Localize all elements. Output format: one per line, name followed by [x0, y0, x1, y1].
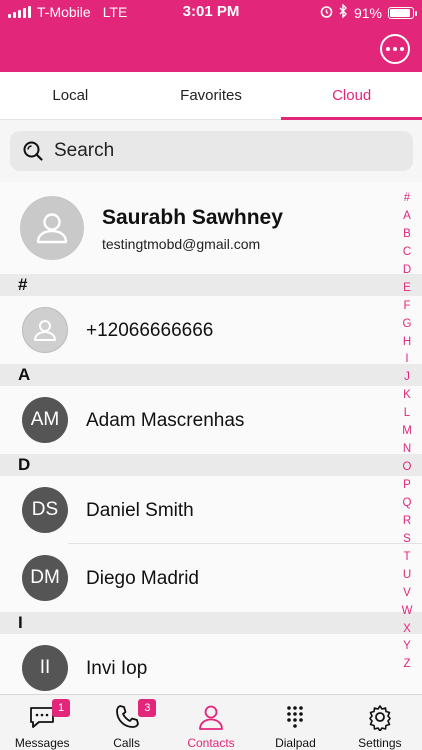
battery-icon [388, 6, 417, 19]
contact-name: Adam Mascrenhas [86, 410, 245, 431]
contact-name: Invi Iop [86, 658, 148, 679]
index-letter[interactable]: R [403, 513, 411, 531]
index-letter[interactable]: Y [403, 638, 411, 656]
contact-row[interactable]: AM Adam Mascrenhas [0, 386, 422, 454]
tab-local[interactable]: Local [0, 72, 141, 119]
index-letter[interactable]: O [403, 459, 412, 477]
tab-cloud[interactable]: Cloud [281, 72, 422, 120]
index-letter[interactable]: N [403, 441, 411, 459]
section-header: I [0, 612, 422, 634]
alphabet-index[interactable]: # A B C D E F G H I J K L M N O P Q R S T U V W X Y Z [400, 190, 414, 674]
nav-dialpad[interactable]: Dialpad [253, 695, 337, 750]
status-bar: T-Mobile LTE 3:01 PM 91% [0, 0, 422, 24]
search-bar[interactable] [10, 131, 413, 171]
index-letter[interactable]: K [403, 387, 411, 405]
unread-badge: 1 [52, 699, 70, 717]
search-icon [22, 140, 44, 162]
index-letter[interactable]: J [404, 369, 410, 387]
avatar: DS [22, 487, 68, 533]
index-letter[interactable]: X [403, 621, 411, 639]
my-email: testingtmobd@gmail.com [102, 236, 261, 252]
index-letter[interactable]: P [403, 477, 411, 495]
dialpad-icon [281, 703, 309, 731]
missed-calls-badge: 3 [138, 699, 157, 717]
contact-row[interactable]: DS Daniel Smith [0, 476, 422, 544]
person-icon [36, 213, 68, 244]
index-letter[interactable]: S [403, 531, 411, 549]
index-letter[interactable]: M [402, 423, 412, 441]
contact-row[interactable]: +12066666666 [0, 296, 422, 364]
nav-label: Contacts [187, 736, 235, 750]
section-header: # [0, 274, 422, 296]
my-name: Saurabh Sawhney [102, 206, 283, 229]
contact-name: Daniel Smith [86, 500, 194, 521]
contact-row[interactable]: II Invi Iop [0, 634, 422, 694]
index-letter[interactable]: Q [403, 495, 412, 513]
person-icon [34, 320, 56, 341]
nav-settings[interactable]: Settings [338, 695, 422, 750]
index-letter[interactable]: U [403, 567, 411, 585]
bluetooth-icon [339, 3, 348, 21]
nav-label: Calls [113, 736, 140, 750]
avatar [22, 307, 68, 353]
avatar [20, 196, 84, 260]
avatar: II [22, 645, 68, 691]
more-horizontal-icon [386, 47, 390, 51]
nav-label: Settings [358, 736, 402, 750]
search-bar-container [0, 120, 422, 182]
contact-row[interactable]: DM Diego Madrid [0, 544, 422, 612]
index-letter[interactable]: L [404, 405, 410, 423]
gear-icon [366, 703, 394, 732]
tab-favorites[interactable]: Favorites [141, 72, 282, 119]
alarm-icon [320, 5, 333, 21]
more-options-button[interactable] [380, 34, 410, 64]
index-letter[interactable]: C [403, 244, 411, 262]
avatar: DM [22, 555, 68, 601]
phone-icon [113, 703, 141, 731]
section-header: D [0, 454, 422, 476]
bottom-nav: 1 Messages 3 Calls Contacts Dialpad Sett… [0, 694, 422, 750]
contacts-icon [197, 703, 225, 731]
index-letter[interactable]: G [403, 316, 412, 334]
section-header: A [0, 364, 422, 386]
contact-name: Diego Madrid [86, 568, 199, 589]
index-letter[interactable]: W [402, 603, 413, 621]
index-letter[interactable]: D [403, 262, 411, 280]
my-contact-card[interactable]: Saurabh Sawhney testingtmobd@gmail.com [0, 182, 422, 274]
avatar: AM [22, 397, 68, 443]
index-letter[interactable]: I [405, 351, 408, 369]
nav-label: Dialpad [275, 736, 316, 750]
index-letter[interactable]: H [403, 334, 411, 352]
index-letter[interactable]: F [403, 298, 410, 316]
index-letter[interactable]: A [403, 208, 411, 226]
battery-percent: 91% [353, 4, 382, 21]
index-letter[interactable]: T [403, 549, 410, 567]
index-letter[interactable]: B [403, 226, 411, 244]
index-letter[interactable]: E [403, 280, 411, 298]
contact-list[interactable]: Saurabh Sawhney testingtmobd@gmail.com #… [0, 182, 422, 694]
nav-contacts[interactable]: Contacts [169, 695, 253, 750]
contacts-source-tabs: Local Favorites Cloud [0, 72, 422, 120]
nav-calls[interactable]: 3 Calls [84, 695, 168, 750]
index-letter[interactable]: V [403, 585, 411, 603]
app-header: T-Mobile LTE 3:01 PM 91% [0, 0, 422, 72]
index-letter[interactable]: Z [403, 656, 410, 674]
index-letter[interactable]: # [404, 190, 410, 208]
nav-messages[interactable]: 1 Messages [0, 695, 84, 750]
contact-name: +12066666666 [86, 320, 214, 341]
nav-label: Messages [14, 736, 70, 750]
search-input[interactable] [54, 140, 374, 162]
